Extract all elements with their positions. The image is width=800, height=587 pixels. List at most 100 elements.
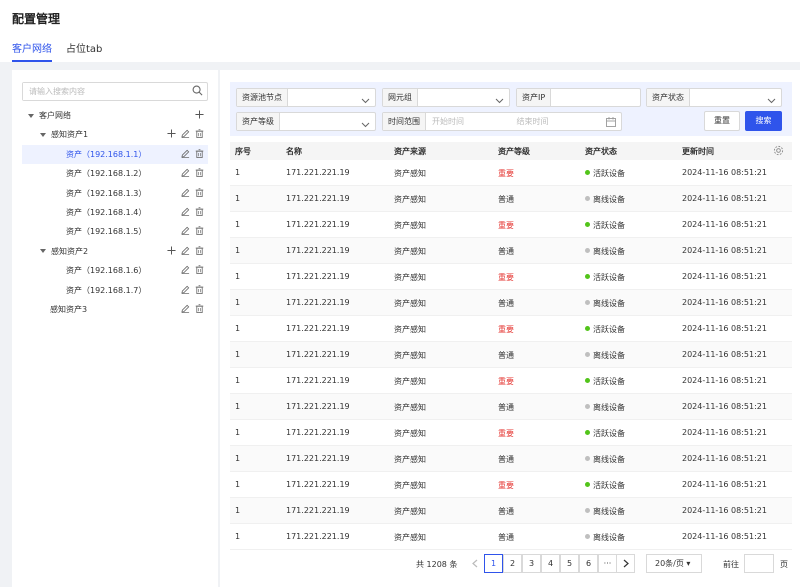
caret-down-icon[interactable] <box>28 113 34 118</box>
content-panel: 资源池节点 网元组 资产IP 资产状态 资产等级 时间范围 开始时间 结束时间 <box>220 70 800 587</box>
edit-icon[interactable] <box>181 304 190 313</box>
reset-button[interactable]: 重置 <box>704 111 740 131</box>
page-number-button[interactable]: 1 <box>484 554 503 573</box>
status-dot <box>585 404 590 409</box>
asset-status-select[interactable]: 资产状态 <box>646 88 782 107</box>
cell-status: 离线设备 <box>585 506 625 517</box>
tree-node-group[interactable]: 感知资产1 <box>22 125 208 144</box>
asset-ip-field[interactable]: 资产IP <box>516 88 641 107</box>
table-row[interactable]: 1 171.221.221.19 资产感知 普通 离线设备 2024-11-16 08:5… <box>230 290 792 316</box>
total-count: 共 1208 条 <box>416 560 458 569</box>
time-range-picker[interactable]: 时间范围 开始时间 结束时间 <box>382 112 622 131</box>
edit-icon[interactable] <box>181 226 190 236</box>
tree-node-root[interactable]: 客户网络 <box>22 106 208 125</box>
cell-status: 活跃设备 <box>585 272 625 283</box>
cell-status: 离线设备 <box>585 246 625 257</box>
table-row[interactable]: 1 171.221.221.19 资产感知 重要 活跃设备 2024-11-16 08:5… <box>230 316 792 342</box>
edit-icon[interactable] <box>181 265 190 275</box>
edit-icon[interactable] <box>181 246 190 255</box>
tree-node-asset[interactable]: 资产（192.168.1.5） <box>22 222 208 241</box>
page-header: 配置管理 客户网络 占位tab <box>0 0 800 62</box>
tree-node-asset[interactable]: 资产（192.168.1.6） <box>22 261 208 280</box>
cell-status: 活跃设备 <box>585 324 625 335</box>
edit-icon[interactable] <box>181 207 190 216</box>
caret-down-icon[interactable] <box>40 249 46 254</box>
table-row[interactable]: 1 171.221.221.19 资产感知 重要 活跃设备 2024-11-16 08:5… <box>230 212 792 238</box>
table-row[interactable]: 1 171.221.221.19 资产感知 重要 活跃设备 2024-11-16 08:5… <box>230 472 792 498</box>
delete-icon[interactable] <box>195 246 204 255</box>
pool-node-select[interactable]: 资源池节点 <box>236 88 376 107</box>
caret-down-icon[interactable] <box>40 132 46 137</box>
table-row[interactable]: 1 171.221.221.19 资产感知 普通 离线设备 2024-11-16 08:5… <box>230 238 792 264</box>
next-page-button[interactable] <box>616 554 635 573</box>
status-dot <box>585 170 590 175</box>
table-header: 序号 名称 资产来源 资产等级 资产状态 更新时间 <box>230 142 792 160</box>
edit-icon[interactable] <box>181 149 190 158</box>
table-row[interactable]: 1 171.221.221.19 资产感知 普通 离线设备 2024-11-16 08:5… <box>230 394 792 420</box>
table-row[interactable]: 1 171.221.221.19 资产感知 重要 活跃设备 2024-11-16 08:5… <box>230 160 792 186</box>
goto-page-input[interactable] <box>744 554 774 573</box>
cell-updated: 2024-11-16 08:51:21 <box>682 246 767 255</box>
delete-icon[interactable] <box>195 168 204 178</box>
delete-icon[interactable] <box>195 207 204 216</box>
status-dot <box>585 248 590 253</box>
table-row[interactable]: 1 171.221.221.19 资产感知 重要 活跃设备 2024-11-16 08:5… <box>230 264 792 290</box>
page-number-button[interactable]: 2 <box>503 554 522 573</box>
delete-icon[interactable] <box>195 149 204 158</box>
page-number-button[interactable]: 3 <box>522 554 541 573</box>
search-icon[interactable] <box>192 85 203 99</box>
tree-search <box>22 82 208 101</box>
net-group-select[interactable]: 网元组 <box>382 88 510 107</box>
tree-node-asset[interactable]: 资产（192.168.1.1） <box>22 144 208 164</box>
tab-placeholder[interactable]: 占位tab <box>66 40 102 62</box>
gear-icon[interactable] <box>773 145 784 158</box>
tree-node-asset[interactable]: 资产（192.168.1.2） <box>22 164 208 183</box>
net-group-label: 网元组 <box>383 89 418 106</box>
tree-search-input[interactable] <box>23 83 183 100</box>
table-row[interactable]: 1 171.221.221.19 资产感知 重要 活跃设备 2024-11-16 08:5… <box>230 420 792 446</box>
page-size-select[interactable]: 20条/页 ▾ <box>646 554 702 573</box>
page-number-button[interactable]: 5 <box>560 554 579 573</box>
delete-icon[interactable] <box>195 187 204 197</box>
status-text: 离线设备 <box>593 247 625 256</box>
cell-source: 资产感知 <box>394 325 426 334</box>
tree-node-asset[interactable]: 资产（192.168.1.7） <box>22 281 208 300</box>
edit-icon[interactable] <box>181 168 190 178</box>
table-row[interactable]: 1 171.221.221.19 资产感知 普通 离线设备 2024-11-16 08:5… <box>230 186 792 212</box>
table-row[interactable]: 1 171.221.221.19 资产感知 普通 离线设备 2024-11-16 08:5… <box>230 342 792 368</box>
cell-level: 普通 <box>498 533 514 542</box>
tab-customer-network[interactable]: 客户网络 <box>12 40 52 62</box>
tree-node-group[interactable]: 感知资产3 <box>22 300 208 319</box>
delete-icon[interactable] <box>195 304 204 313</box>
prev-page-button[interactable] <box>465 554 484 573</box>
edit-icon[interactable] <box>181 129 190 139</box>
cell-name: 171.221.221.19 <box>286 532 350 541</box>
add-icon[interactable] <box>195 110 204 119</box>
add-icon[interactable] <box>167 246 176 255</box>
search-button[interactable]: 搜索 <box>745 111 782 131</box>
tree-node-group[interactable]: 感知资产2 <box>22 242 208 261</box>
table-row[interactable]: 1 171.221.221.19 资产感知 普通 离线设备 2024-11-16 08:5… <box>230 524 792 550</box>
page-more-button[interactable]: ··· <box>598 554 617 573</box>
delete-icon[interactable] <box>195 284 204 294</box>
pool-node-label: 资源池节点 <box>237 89 288 106</box>
table-row[interactable]: 1 171.221.221.19 资产感知 普通 离线设备 2024-11-16 08:5… <box>230 446 792 472</box>
add-icon[interactable] <box>167 129 176 138</box>
tree-node-asset[interactable]: 资产（192.168.1.4） <box>22 203 208 222</box>
delete-icon[interactable] <box>195 265 204 275</box>
asset-level-select[interactable]: 资产等级 <box>236 112 376 131</box>
page-number-button[interactable]: 4 <box>541 554 560 573</box>
cell-name: 171.221.221.19 <box>286 246 350 255</box>
tree-node-asset[interactable]: 资产（192.168.1.3） <box>22 184 208 203</box>
table-row[interactable]: 1 171.221.221.19 资产感知 重要 活跃设备 2024-11-16 08:5… <box>230 368 792 394</box>
delete-icon[interactable] <box>195 226 204 236</box>
table-row[interactable]: 1 171.221.221.19 资产感知 普通 离线设备 2024-11-16 08:5… <box>230 498 792 524</box>
edit-icon[interactable] <box>181 285 190 294</box>
edit-icon[interactable] <box>181 188 190 197</box>
start-time-placeholder: 开始时间 <box>432 117 464 126</box>
delete-icon[interactable] <box>195 129 204 139</box>
cell-status: 活跃设备 <box>585 428 625 439</box>
cell-index: 1 <box>235 298 241 307</box>
page-number-button[interactable]: 6 <box>579 554 598 573</box>
cell-index: 1 <box>235 376 241 385</box>
